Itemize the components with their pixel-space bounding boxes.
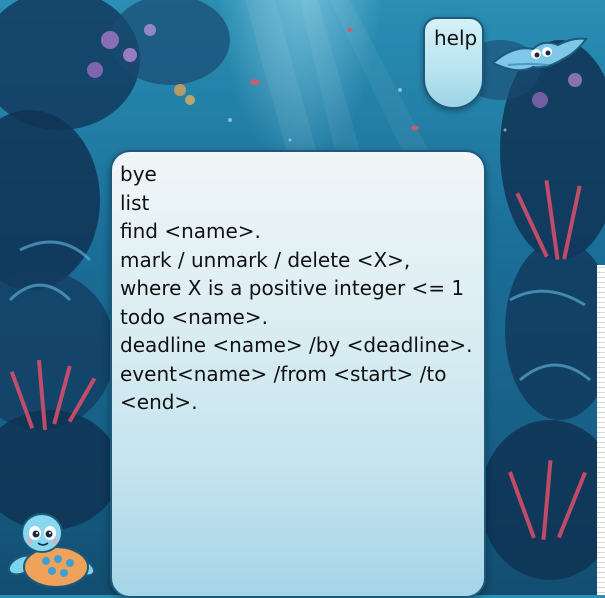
side-strip: [597, 265, 605, 595]
bot-line: find <name>.: [120, 219, 261, 243]
sea-turtle-icon: [7, 513, 96, 588]
manta-ray-icon: [491, 37, 588, 72]
bot-line: deadline <name> /by <deadline>.: [120, 333, 473, 357]
bot-line: list: [120, 190, 150, 215]
bot-line: <end>.: [120, 390, 198, 414]
bot-line: bye: [120, 162, 157, 186]
user-message-text: help: [434, 26, 478, 50]
bot-line: event<name> /from <start> /to: [120, 361, 447, 386]
bot-line: mark / unmark / delete <X>,: [120, 247, 411, 272]
user-message-bubble: help: [423, 17, 484, 109]
bot-line: where X is a positive integer <= 1: [120, 276, 465, 300]
bot-response-bubble: bye list find <name>. mark / unmark / de…: [110, 150, 486, 598]
chat-window: help bye list find <name>. mark / unmark…: [0, 0, 605, 598]
bot-line: todo <name>.: [120, 304, 268, 329]
